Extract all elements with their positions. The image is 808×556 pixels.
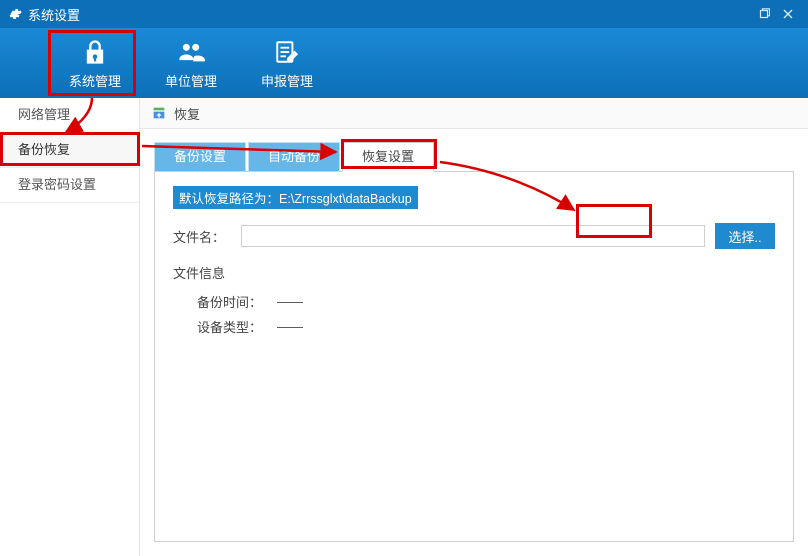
restore-icon: [150, 104, 168, 122]
sidebar: 网络管理 备份恢复 登录密码设置: [0, 98, 140, 556]
toolbar-item-label: 单位管理: [165, 71, 217, 90]
fileinfo-title: 文件信息: [173, 263, 775, 282]
sidebar-item-label: 备份恢复: [18, 142, 70, 157]
form-edit-icon: [272, 37, 302, 67]
page-header: 恢复: [140, 98, 808, 129]
tab-label: 自动备份: [268, 149, 320, 164]
tab-label: 恢复设置: [362, 149, 414, 164]
fileinfo-device-type: 设备类型： ——: [197, 317, 775, 336]
sidebar-item-network[interactable]: 网络管理: [0, 98, 139, 133]
toolbar-item-system[interactable]: 系统管理: [50, 28, 140, 98]
sidebar-item-password[interactable]: 登录密码设置: [0, 168, 139, 203]
sidebar-item-label: 网络管理: [18, 107, 70, 122]
backup-time-value: ——: [277, 294, 303, 309]
default-path-text: 默认恢复路径为：E:\Zrrssglxt\dataBackup: [173, 186, 418, 209]
toolbar-item-unit[interactable]: 单位管理: [146, 28, 236, 98]
top-toolbar: 系统管理 单位管理 申报管理: [0, 28, 808, 98]
device-type-value: ——: [277, 319, 303, 334]
filename-label: 文件名：: [173, 227, 241, 246]
tab-row: 备份设置 自动备份 恢复设置: [140, 129, 808, 171]
sidebar-item-label: 登录密码设置: [18, 177, 96, 192]
restore-window-icon[interactable]: [752, 2, 776, 26]
device-type-label: 设备类型：: [197, 317, 277, 336]
filename-input[interactable]: [241, 225, 705, 247]
lock-icon: [80, 37, 110, 67]
choose-button-label: 选择..: [728, 230, 761, 245]
tab-auto-backup[interactable]: 自动备份: [248, 142, 340, 171]
sidebar-item-backup-restore[interactable]: 备份恢复: [0, 133, 139, 168]
choose-button[interactable]: 选择..: [715, 223, 775, 249]
toolbar-item-label: 申报管理: [261, 71, 313, 90]
backup-time-label: 备份时间：: [197, 292, 277, 311]
title-bar: 系统设置: [0, 0, 808, 28]
tab-label: 备份设置: [174, 149, 226, 164]
main-panel: 恢复 备份设置 自动备份 恢复设置 默认恢复路径为：E:\Zrrssglxt\d…: [140, 98, 808, 556]
tab-backup-settings[interactable]: 备份设置: [154, 142, 246, 171]
restore-panel: 默认恢复路径为：E:\Zrrssglxt\dataBackup 文件名： 选择.…: [154, 171, 794, 542]
window-title: 系统设置: [28, 5, 80, 24]
toolbar-item-declare[interactable]: 申报管理: [242, 28, 332, 98]
close-window-icon[interactable]: [776, 2, 800, 26]
gear-icon: [8, 7, 22, 21]
page-title: 恢复: [174, 104, 200, 123]
tab-restore-settings[interactable]: 恢复设置: [342, 142, 434, 172]
fileinfo-backup-time: 备份时间： ——: [197, 292, 775, 311]
people-icon: [176, 37, 206, 67]
toolbar-item-label: 系统管理: [69, 71, 121, 90]
